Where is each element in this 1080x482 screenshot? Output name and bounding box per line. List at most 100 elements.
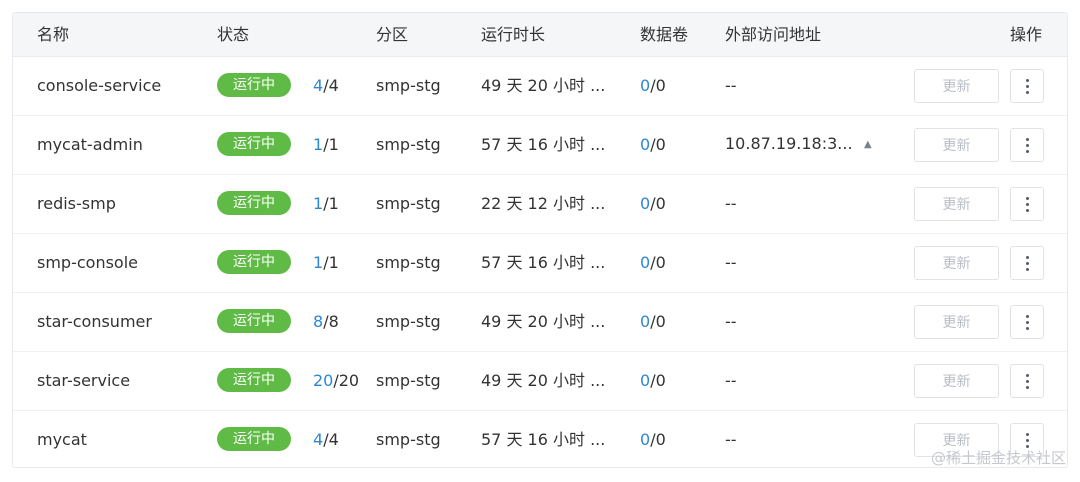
service-name[interactable]: mycat-admin (37, 116, 143, 174)
uptime: 57 天 16 小时 ... (481, 430, 606, 449)
table-row: star-consumer 运行中 8/8 smp-stg 49 天 20 小时… (13, 293, 1067, 352)
replica-count: 4/4 (313, 57, 339, 115)
volume-used[interactable]: 0 (640, 312, 650, 331)
status-badge-label: 运行中 (217, 309, 291, 333)
more-vertical-icon (1026, 197, 1029, 213)
volume-total: /0 (650, 430, 666, 449)
volume-used[interactable]: 0 (640, 76, 650, 95)
volume-total: /0 (650, 135, 666, 154)
replica-total: /4 (323, 430, 339, 449)
volume-total: /0 (650, 76, 666, 95)
replica-total: /4 (323, 76, 339, 95)
update-button[interactable]: 更新 (914, 246, 999, 280)
header-volumes: 数据卷 (640, 25, 689, 44)
external-address: -- (725, 430, 737, 449)
uptime: 57 天 16 小时 ... (481, 135, 606, 154)
partition: smp-stg (376, 371, 441, 390)
partition: smp-stg (376, 312, 441, 331)
workload-table: 名称 状态 分区 运行时长 数据卷 外部访问地址 操作 console-serv… (12, 12, 1068, 468)
replica-total: /1 (323, 194, 339, 213)
volume-used[interactable]: 0 (640, 135, 650, 154)
volume-used[interactable]: 0 (640, 430, 650, 449)
uptime: 49 天 20 小时 ... (481, 312, 606, 331)
more-actions-button[interactable] (1010, 246, 1044, 280)
more-actions-button[interactable] (1010, 69, 1044, 103)
external-address: -- (725, 312, 737, 331)
status-badge-label: 运行中 (217, 191, 291, 215)
uptime: 49 天 20 小时 ... (481, 76, 606, 95)
update-button[interactable]: 更新 (914, 364, 999, 398)
status-badge-label: 运行中 (217, 427, 291, 451)
status-badge-label: 运行中 (217, 368, 291, 392)
partition: smp-stg (376, 253, 441, 272)
status-badge: 运行中 (217, 250, 291, 274)
partition: smp-stg (376, 76, 441, 95)
status-badge-label: 运行中 (217, 132, 291, 156)
uptime: 57 天 16 小时 ... (481, 253, 606, 272)
volume-total: /0 (650, 371, 666, 390)
header-external-address: 外部访问地址 (725, 25, 822, 44)
more-vertical-icon (1026, 138, 1029, 154)
more-actions-button[interactable] (1010, 128, 1044, 162)
watermark: @稀土掘金技术社区 (930, 449, 1066, 467)
partition: smp-stg (376, 135, 441, 154)
volume-count: 0/0 (640, 57, 666, 115)
partition: smp-stg (376, 194, 441, 213)
replica-count: 20/20 (313, 352, 359, 410)
volume-total: /0 (650, 253, 666, 272)
status-badge: 运行中 (217, 132, 291, 156)
more-vertical-icon (1026, 315, 1029, 331)
service-name[interactable]: redis-smp (37, 175, 116, 233)
replica-count: 1/1 (313, 234, 339, 292)
header-name: 名称 (37, 25, 70, 44)
service-name[interactable]: star-consumer (37, 293, 152, 351)
update-button[interactable]: 更新 (914, 305, 999, 339)
service-name[interactable]: mycat (37, 411, 87, 467)
service-name[interactable]: star-service (37, 352, 130, 410)
more-vertical-icon (1026, 79, 1029, 95)
more-actions-button[interactable] (1010, 305, 1044, 339)
update-button[interactable]: 更新 (914, 187, 999, 221)
more-actions-button[interactable] (1010, 187, 1044, 221)
update-button[interactable]: 更新 (914, 69, 999, 103)
service-name[interactable]: console-service (37, 57, 161, 115)
external-address: -- (725, 194, 737, 213)
volume-used[interactable]: 0 (640, 371, 650, 390)
replica-ready[interactable]: 20 (313, 371, 333, 390)
replica-total: /8 (323, 312, 339, 331)
volume-count: 0/0 (640, 352, 666, 410)
replica-ready[interactable]: 4 (313, 430, 323, 449)
replica-ready[interactable]: 1 (313, 135, 323, 154)
update-button[interactable]: 更新 (914, 128, 999, 162)
status-badge: 运行中 (217, 368, 291, 392)
status-badge: 运行中 (217, 427, 291, 451)
status-badge: 运行中 (217, 309, 291, 333)
volume-count: 0/0 (640, 175, 666, 233)
external-address: -- (725, 76, 737, 95)
header-status: 状态 (217, 25, 250, 44)
volume-used[interactable]: 0 (640, 253, 650, 272)
header-uptime: 运行时长 (481, 25, 546, 44)
replica-ready[interactable]: 4 (313, 76, 323, 95)
table-row: smp-console 运行中 1/1 smp-stg 57 天 16 小时 .… (13, 234, 1067, 293)
table-row: star-service 运行中 20/20 smp-stg 49 天 20 小… (13, 352, 1067, 411)
replica-count: 8/8 (313, 293, 339, 351)
service-name[interactable]: smp-console (37, 234, 138, 292)
volume-count: 0/0 (640, 411, 666, 467)
external-address[interactable]: 10.87.19.18:3... (725, 116, 853, 174)
header-partition: 分区 (376, 25, 409, 44)
replica-ready[interactable]: 1 (313, 253, 323, 272)
table-row: redis-smp 运行中 1/1 smp-stg 22 天 12 小时 ...… (13, 175, 1067, 234)
replica-ready[interactable]: 1 (313, 194, 323, 213)
replica-count: 4/4 (313, 411, 339, 467)
table-row: console-service 运行中 4/4 smp-stg 49 天 20 … (13, 57, 1067, 116)
volume-used[interactable]: 0 (640, 194, 650, 213)
more-actions-button[interactable] (1010, 364, 1044, 398)
replica-count: 1/1 (313, 175, 339, 233)
header-actions: 操作 (1010, 25, 1043, 44)
external-address: -- (725, 371, 737, 390)
replica-ready[interactable]: 8 (313, 312, 323, 331)
caret-up-icon[interactable]: ▲ (864, 116, 872, 174)
volume-count: 0/0 (640, 293, 666, 351)
status-badge: 运行中 (217, 191, 291, 215)
